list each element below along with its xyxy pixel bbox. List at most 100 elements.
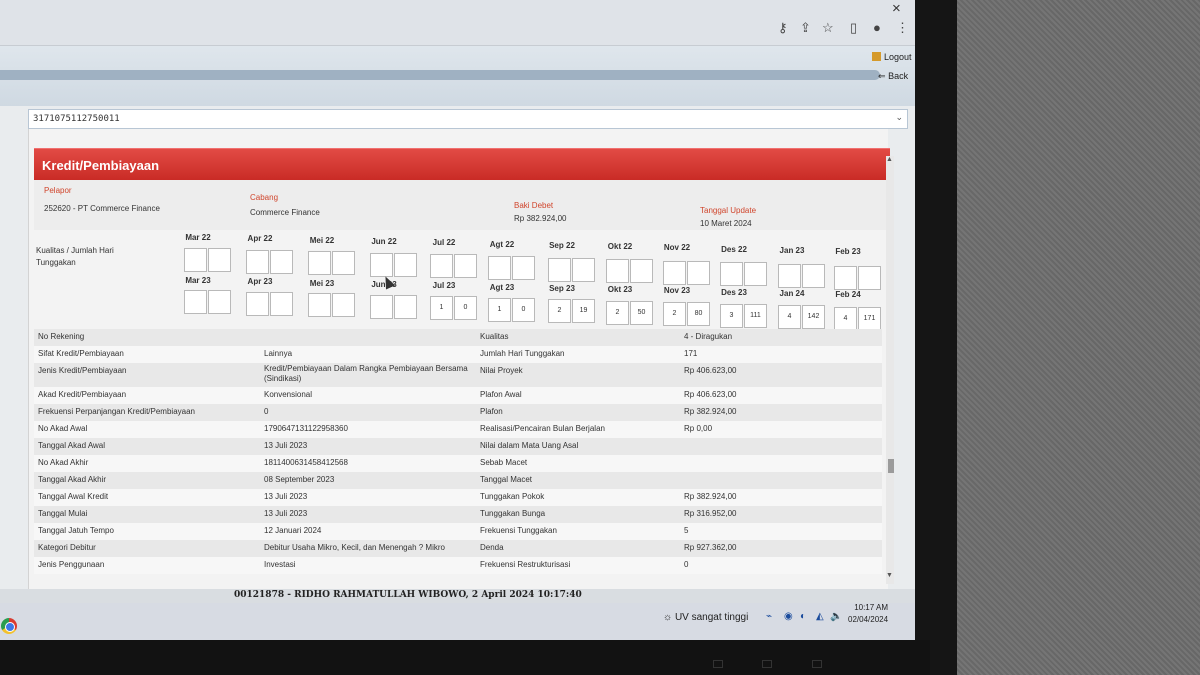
back-button[interactable]: ⇐ Back	[878, 71, 908, 82]
logout-button[interactable]: Logout	[872, 52, 912, 62]
month-cell: 171	[858, 306, 881, 331]
taskbar	[0, 603, 915, 640]
table-row: Tanggal Awal Kredit 13 Juli 2023 Tunggakan…	[34, 489, 882, 506]
logout-icon	[872, 52, 881, 61]
app-icon[interactable]: ◉	[784, 611, 793, 622]
month-cell	[308, 293, 331, 317]
record-selector[interactable]: 317107511275001​1 ⌄	[28, 109, 908, 129]
section-header: Kredit/Pembiayaan	[34, 148, 890, 180]
row-label: Nilai dalam Mata Uang Asal	[480, 441, 579, 450]
month-cell	[454, 254, 477, 279]
month-cell	[663, 260, 686, 285]
row-label: Jenis Kredit/Pembiayaan	[38, 366, 127, 375]
month-cell: 111	[744, 303, 767, 328]
table-row: Tanggal Akad Awal 13 Juli 2023 Nilai dalam…	[34, 438, 882, 455]
month-label: Mei 22	[309, 235, 335, 245]
chrome-icon[interactable]	[1, 618, 17, 634]
month-label: Apr 22	[247, 234, 273, 244]
row-value: Rp 406.623,00	[684, 366, 737, 375]
month-cell: 4	[834, 306, 857, 331]
profile-icon[interactable]: ●	[873, 20, 881, 35]
row-label: Sebab Macet	[480, 458, 528, 467]
month-label: Okt 23	[607, 285, 633, 295]
footer-text: 00121878 - RIDHO RAHMATULLAH WIBOWO, 2 A…	[234, 590, 582, 600]
row-label: Nilai Proyek	[480, 366, 523, 375]
row-value: 5	[684, 526, 689, 535]
scrollbar[interactable]	[886, 156, 894, 584]
photo-frame: ⚷ ⇪ ☆ ▯ ● ⋮ × Logout ⇐ Back 317107511275…	[0, 0, 1200, 675]
scroll-up-icon[interactable]: ▲	[886, 156, 893, 163]
row-label: Plafon	[480, 407, 503, 416]
month-cell	[184, 248, 207, 272]
month-label: Jul 23	[432, 281, 456, 291]
table-row: No Akad Awal 1790647131122958360 Realisasi…	[34, 421, 882, 438]
network-icon[interactable]: ⌁	[766, 611, 772, 622]
close-icon[interactable]: ×	[892, 0, 901, 17]
row-value: Lainnya	[264, 349, 293, 358]
scrollbar-thumb[interactable]	[888, 459, 894, 473]
month-label: Sep 23	[549, 283, 575, 293]
month-cell	[720, 262, 743, 287]
menu-icon[interactable]: ⋮	[896, 20, 909, 36]
pelapor-value: 252620 - PT Commerce Finance	[44, 204, 160, 213]
clock-time[interactable]: 10:17 AM	[854, 603, 888, 612]
month-label: Nov 22	[663, 243, 691, 253]
sun-icon: ☼	[663, 612, 675, 623]
monitor-button-icon[interactable]	[713, 660, 723, 668]
month-label: Feb 24	[835, 290, 861, 300]
month-label: Feb 23	[835, 247, 861, 257]
month-cell	[332, 293, 355, 317]
row-value: Kredit/Pembiayaan Dalam Rangka Pembiayaa…	[264, 364, 468, 383]
monitor-bezel-bottom	[0, 640, 930, 675]
app-icon[interactable]: ◭	[816, 611, 824, 622]
month-cell	[488, 256, 511, 280]
row-value: Rp 382.924,00	[684, 407, 737, 416]
header-strip	[0, 70, 880, 80]
month-label: Des 23	[721, 287, 747, 297]
clock-date[interactable]: 02/04/2024	[848, 615, 888, 624]
month-cell: 80	[687, 302, 710, 326]
monitor-button-icon[interactable]	[812, 660, 822, 668]
row-label: Tanggal Awal Kredit	[38, 492, 109, 501]
month-cell	[572, 257, 595, 282]
scroll-down-icon[interactable]: ▼	[886, 572, 893, 579]
table-row: Sifat Kredit/Pembiayaan Lainnya Jumlah Har…	[34, 346, 882, 363]
weather-widget[interactable]: ☼ UV sangat tinggi	[663, 612, 748, 623]
star-icon[interactable]: ☆	[822, 20, 834, 36]
row-label: Kualitas	[480, 332, 509, 341]
monitor-button-icon[interactable]	[762, 660, 772, 668]
row-value: Rp 316.952,00	[684, 509, 737, 518]
fabric-background	[950, 0, 1200, 675]
row-value: Investasi	[264, 560, 296, 569]
month-cell: 19	[572, 299, 595, 323]
sidepanel-icon[interactable]: ▯	[850, 20, 857, 36]
month-cell	[246, 249, 269, 274]
row-value: Konvensional	[264, 390, 313, 399]
share-icon[interactable]: ⇪	[800, 20, 811, 36]
row-value: 0	[264, 407, 269, 416]
kualitas-label: Kualitas / Jumlah Hari Tunggakan	[36, 246, 114, 267]
month-label: Okt 22	[607, 242, 633, 252]
table-row: Tanggal Mulai 13 Juli 2023 Tunggakan Bunga…	[34, 506, 882, 523]
month-cell: 4	[778, 305, 801, 329]
row-value: 08 September 2023	[264, 475, 335, 484]
month-label: Nov 23	[663, 286, 691, 296]
volume-icon[interactable]: 🔈	[830, 611, 842, 622]
month-cell	[208, 290, 231, 314]
key-icon[interactable]: ⚷	[778, 20, 788, 36]
month-label: Jan 23	[779, 246, 805, 255]
month-label: Apr 23	[247, 277, 273, 287]
row-label: No Akad Akhir	[38, 458, 89, 467]
row-label: Frekuensi Restrukturisasi	[480, 560, 571, 569]
month-cell	[370, 294, 393, 319]
month-cell: 2	[548, 299, 571, 323]
month-cell	[834, 265, 857, 290]
row-value: Rp 0,00	[684, 424, 713, 433]
month-label: Sep 22	[549, 240, 575, 250]
screen: ⚷ ⇪ ☆ ▯ ● ⋮ × Logout ⇐ Back 317107511275…	[0, 0, 915, 640]
month-label: Mar 22	[185, 233, 211, 242]
table-row: Frekuensi Perpanjangan Kredit/Pembiayaan…	[34, 404, 882, 421]
chevron-down-icon[interactable]: ⌄	[895, 112, 903, 123]
month-cell: 1	[430, 296, 453, 320]
app-icon[interactable]: ◐	[800, 611, 806, 622]
